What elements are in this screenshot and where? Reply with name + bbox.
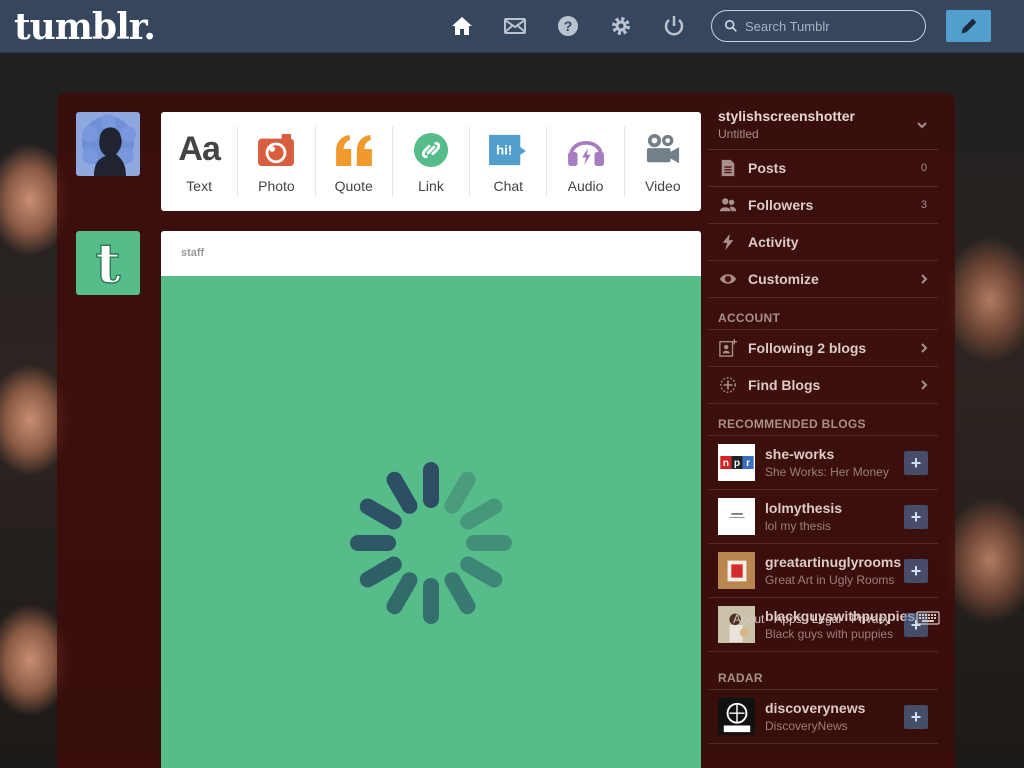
top-navbar: tumblr. ? — [0, 0, 1024, 53]
chevron-right-icon — [921, 274, 928, 284]
post-type-video[interactable]: Video — [625, 126, 701, 197]
post-type-label: Text — [186, 177, 212, 194]
footer-link-legal[interactable]: Legal — [812, 612, 841, 626]
follow-button[interactable]: + — [904, 705, 928, 729]
svg-text:r: r — [746, 458, 750, 469]
section-radar: RADAR — [708, 652, 938, 690]
compose-button[interactable] — [946, 10, 991, 42]
post-type-link[interactable]: Link — [393, 126, 471, 197]
link-icon — [413, 130, 449, 170]
sidebar: stylishscreenshotter Untitled Posts 0 Fo… — [708, 104, 938, 744]
sidebar-item-posts[interactable]: Posts 0 — [708, 150, 938, 187]
search-icon — [724, 19, 737, 32]
svg-text:n: n — [722, 458, 728, 469]
headphones-icon — [567, 130, 605, 170]
recommended-blog[interactable]: npr she-works She Works: Her Money + — [708, 436, 938, 490]
svg-text:t: t — [95, 233, 120, 293]
chevron-down-icon[interactable] — [916, 120, 928, 130]
svg-text:?: ? — [564, 18, 573, 34]
post-type-label: Photo — [258, 177, 295, 194]
loading-spinner — [350, 462, 512, 624]
staff-avatar[interactable]: t — [76, 231, 140, 295]
sidebar-item-customize[interactable]: Customize — [708, 261, 938, 298]
blog-avatar[interactable]: npr — [718, 444, 755, 481]
follow-button[interactable]: + — [904, 505, 928, 529]
text-icon: Aa — [178, 130, 220, 168]
post-type-quote[interactable]: Quote — [316, 126, 393, 197]
chevron-right-icon — [921, 343, 928, 353]
post-type-label: Chat — [493, 177, 524, 194]
post-type-audio[interactable]: Audio — [547, 126, 625, 197]
quote-icon — [333, 130, 375, 170]
help-icon[interactable]: ? — [555, 13, 581, 39]
pencil-icon — [961, 18, 976, 34]
post-type-bar: Aa Text Photo Quote Link hi! Chat Audio — [161, 112, 701, 211]
footer-link-about[interactable]: About — [733, 612, 764, 626]
post-blog-name[interactable]: staff — [161, 231, 701, 276]
search-input[interactable] — [745, 18, 915, 34]
sidebar-item-following[interactable]: Following 2 blogs — [708, 330, 938, 367]
mail-icon[interactable] — [502, 13, 528, 39]
post-type-photo[interactable]: Photo — [238, 126, 316, 197]
account-name: stylishscreenshotter — [718, 108, 855, 124]
svg-text:p: p — [733, 458, 739, 469]
post-type-label: Link — [418, 177, 444, 194]
sidebar-item-followers[interactable]: Followers 3 — [708, 187, 938, 224]
power-icon[interactable] — [661, 13, 687, 39]
chevron-right-icon — [921, 380, 928, 390]
followers-icon — [718, 195, 738, 215]
post-type-label: Quote — [334, 177, 373, 194]
tumblr-logo[interactable]: tumblr. — [14, 6, 156, 48]
radar-blog[interactable]: discoverynews DiscoveryNews + — [708, 690, 938, 744]
recommended-blog[interactable]: greatartinuglyrooms Great Art in Ugly Ro… — [708, 544, 938, 598]
find-blogs-icon — [718, 375, 738, 395]
search-box[interactable] — [711, 10, 926, 42]
section-account: ACCOUNT — [708, 298, 938, 330]
sidebar-item-find-blogs[interactable]: Find Blogs — [708, 367, 938, 404]
keyboard-icon[interactable] — [916, 611, 940, 625]
footer-link-privacy[interactable]: Privacy — [851, 612, 890, 626]
section-recommended: RECOMMENDED BLOGS — [708, 404, 938, 436]
post-type-text[interactable]: Aa Text — [161, 126, 239, 197]
eye-icon — [718, 269, 738, 289]
footer-links: About Apps Legal Privacy — [733, 612, 890, 626]
follow-button[interactable]: + — [904, 559, 928, 583]
post-type-label: Video — [645, 177, 681, 194]
blog-avatar[interactable] — [718, 698, 755, 735]
home-icon[interactable] — [449, 13, 475, 39]
blog-avatar[interactable] — [718, 498, 755, 535]
footer-link-apps[interactable]: Apps — [774, 612, 801, 626]
blog-avatar[interactable] — [718, 552, 755, 589]
chat-icon: hi! — [488, 130, 528, 170]
follow-button[interactable]: + — [904, 451, 928, 475]
camera-icon — [257, 130, 295, 170]
post-card: staff — [161, 231, 701, 768]
svg-text:hi!: hi! — [496, 142, 512, 157]
recommended-blog[interactable]: lolmythesis lol my thesis + — [708, 490, 938, 544]
sidebar-item-activity[interactable]: Activity — [708, 224, 938, 261]
video-camera-icon — [644, 130, 682, 170]
following-icon — [718, 338, 738, 358]
gear-icon[interactable] — [608, 13, 634, 39]
account-subtitle: Untitled — [718, 127, 759, 141]
posts-icon — [718, 158, 738, 178]
account-header[interactable]: stylishscreenshotter Untitled — [708, 104, 938, 150]
post-type-label: Audio — [567, 177, 604, 194]
post-type-chat[interactable]: hi! Chat — [470, 126, 548, 197]
user-avatar[interactable] — [76, 112, 140, 176]
activity-icon — [718, 232, 738, 252]
